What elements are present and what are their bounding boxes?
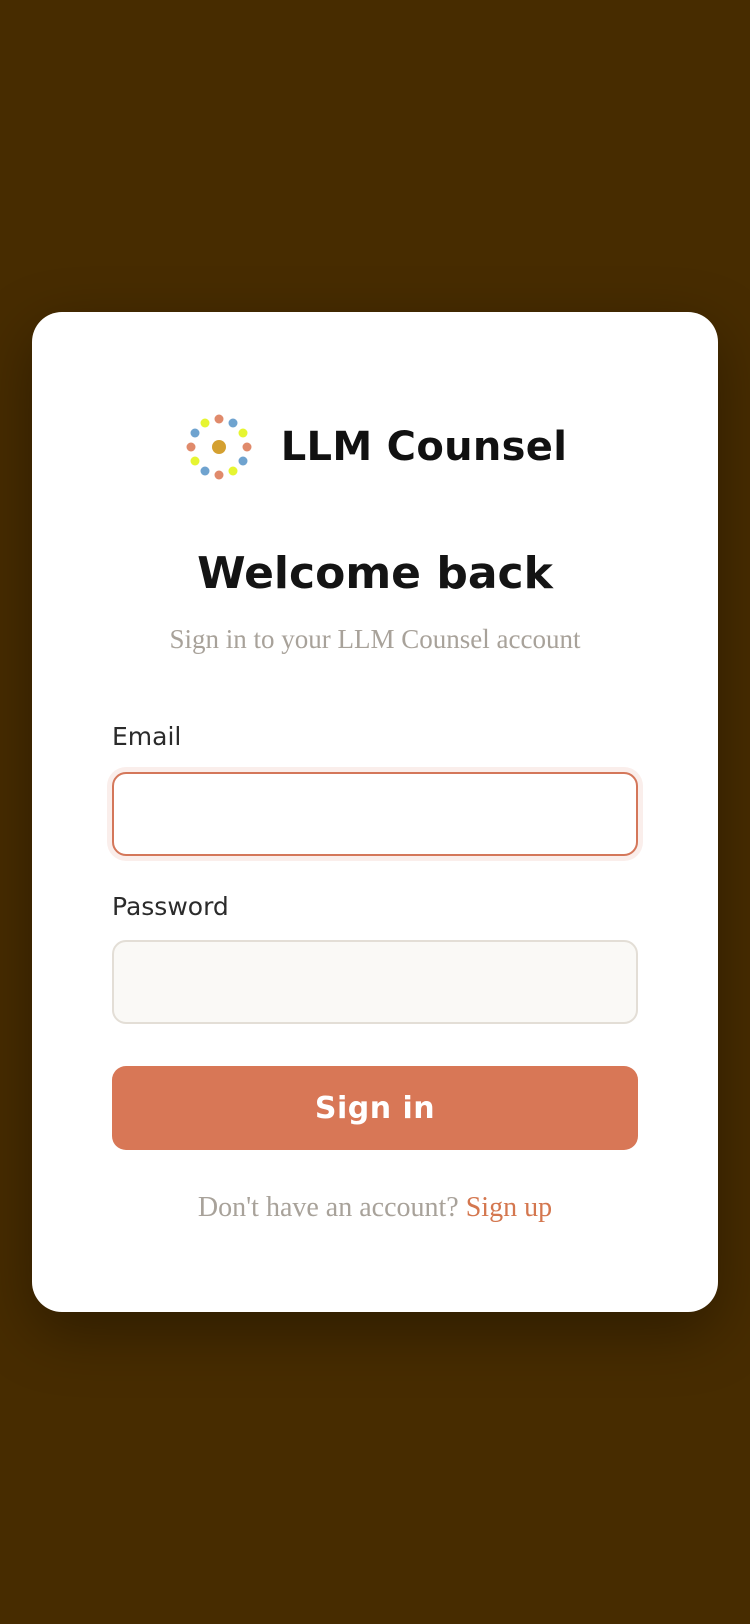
page-title: Welcome back — [197, 548, 553, 599]
email-field[interactable] — [112, 772, 638, 856]
login-card: LLM Counsel Welcome back Sign in to your… — [32, 312, 718, 1312]
sign-up-link[interactable]: Sign up — [466, 1192, 552, 1223]
brand-header: LLM Counsel — [32, 410, 718, 484]
signup-prompt: Don't have an account? Sign up — [32, 1192, 718, 1224]
sign-in-button[interactable]: Sign in — [112, 1066, 638, 1150]
brand-name: LLM Counsel — [280, 424, 568, 470]
password-label: Password — [112, 892, 229, 921]
password-field[interactable] — [112, 940, 638, 1024]
page-background: LLM Counsel Welcome back Sign in to your… — [0, 0, 750, 1624]
dotted-circle-logo-icon — [186, 414, 252, 480]
email-label: Email — [112, 722, 182, 751]
page-subtitle: Sign in to your LLM Counsel account — [169, 624, 581, 654]
signup-prompt-text: Don't have an account? — [197, 1192, 466, 1223]
